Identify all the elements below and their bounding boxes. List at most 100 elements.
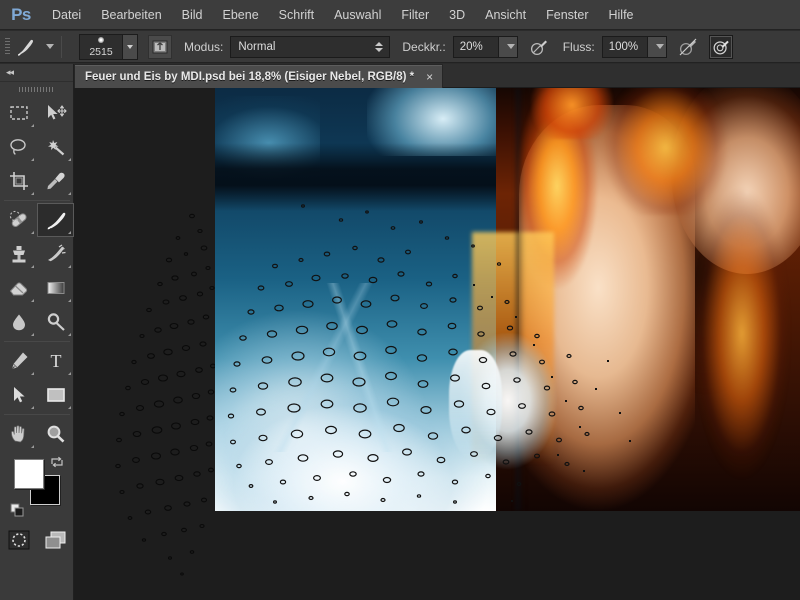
tool-spot-healing-brush[interactable]	[0, 203, 37, 237]
ember-glow	[530, 88, 613, 139]
tool-options-bar: 2515 Modus: Normal Deckkr.: 20% Fluss: 1…	[0, 31, 800, 63]
photoshop-logo-icon: Ps	[11, 4, 31, 24]
tool-magic-wand[interactable]	[37, 130, 74, 164]
tool-eyedropper[interactable]	[37, 164, 74, 198]
double-chevron-left-icon: ◂◂	[6, 67, 14, 77]
image-artboard[interactable]	[215, 88, 800, 511]
toolbox-panel: ◂◂ T	[0, 64, 74, 600]
opacity-value[interactable]: 20%	[452, 35, 499, 58]
tablet-pressure-icon[interactable]	[148, 34, 172, 59]
tool-clone-stamp[interactable]	[0, 237, 37, 271]
blend-mode-stepper-icon	[373, 41, 385, 52]
document-tab-bar: Feuer und Eis by MDI.psd bei 18,8% (Eisi…	[0, 64, 800, 88]
opacity-label: Deckkr.:	[402, 39, 446, 54]
menu-item-3d[interactable]: 3D	[439, 0, 475, 30]
screen-mode-button[interactable]	[37, 523, 74, 557]
tool-flyout-indicator	[68, 299, 71, 302]
tool-move[interactable]	[37, 96, 74, 130]
tool-flyout-indicator	[68, 406, 71, 409]
default-colors-icon[interactable]	[10, 503, 24, 517]
chevron-down-icon	[655, 44, 664, 49]
flow-value[interactable]: 100%	[601, 35, 648, 58]
tool-flyout-indicator	[31, 231, 34, 234]
tool-flyout-indicator	[31, 406, 34, 409]
tool-lasso[interactable]	[0, 130, 37, 164]
menu-item-bild[interactable]: Bild	[172, 0, 213, 30]
swap-colors-icon[interactable]	[50, 455, 64, 469]
mode-buttons	[0, 523, 74, 557]
tool-type[interactable]: T	[37, 344, 74, 378]
pressure-opacity-icon[interactable]	[527, 35, 551, 59]
tool-gradient[interactable]	[37, 271, 74, 305]
selection-marching-ants-outside	[74, 88, 215, 600]
tool-group-selection	[0, 96, 74, 198]
tool-zoom[interactable]	[37, 417, 74, 451]
tool-history-brush[interactable]	[37, 237, 74, 271]
toolbox-divider	[3, 414, 70, 415]
tool-rectangle-shape[interactable]	[37, 378, 74, 412]
tool-flyout-indicator	[68, 372, 71, 375]
tool-flyout-indicator	[31, 299, 34, 302]
menu-bar: Ps Datei Bearbeiten Bild Ebene Schrift A…	[0, 0, 800, 30]
brush-hardness-preview-icon	[98, 36, 104, 43]
options-bar-drag-handle[interactable]	[0, 31, 14, 63]
tool-flyout-indicator	[68, 333, 71, 336]
tool-flyout-indicator	[31, 158, 34, 161]
menu-item-datei[interactable]: Datei	[42, 0, 91, 30]
tool-flyout-indicator	[68, 192, 71, 195]
blend-mode-select[interactable]: Normal	[230, 35, 391, 58]
tool-flyout-indicator	[68, 231, 71, 234]
menu-item-hilfe[interactable]: Hilfe	[599, 0, 644, 30]
document-canvas-area[interactable]	[74, 88, 800, 600]
quick-mask-mode-button[interactable]	[0, 523, 37, 557]
svg-text:T: T	[50, 351, 61, 371]
document-tab[interactable]: Feuer und Eis by MDI.psd bei 18,8% (Eisi…	[74, 64, 444, 88]
tool-rectangular-marquee[interactable]	[0, 96, 37, 130]
airbrush-icon[interactable]	[708, 34, 733, 59]
tool-hand[interactable]	[0, 417, 37, 451]
options-separator	[61, 35, 62, 58]
tool-group-vector-type: T	[0, 344, 74, 412]
flow-dropdown-button[interactable]	[647, 35, 667, 58]
menu-item-schrift[interactable]: Schrift	[269, 0, 324, 30]
tool-group-navigation	[0, 417, 74, 451]
tool-flyout-indicator	[31, 124, 34, 127]
brush-preset-chevron-down-icon[interactable]	[46, 44, 54, 49]
menu-item-auswahl[interactable]: Auswahl	[324, 0, 391, 30]
flow-label: Fluss:	[562, 39, 595, 54]
brush-size-dropdown-button[interactable]	[123, 33, 138, 60]
menu-item-fenster[interactable]: Fenster	[536, 0, 598, 30]
menu-item-bearbeiten[interactable]: Bearbeiten	[91, 0, 171, 30]
toolbox-collapse-button[interactable]: ◂◂	[0, 64, 73, 82]
tool-blur[interactable]	[0, 305, 37, 339]
chevron-down-icon	[127, 44, 133, 49]
foreground-color-swatch[interactable]	[14, 459, 44, 489]
tool-group-retouch-paint	[0, 203, 74, 339]
tool-flyout-indicator	[31, 265, 34, 268]
tool-flyout-indicator	[31, 192, 34, 195]
tool-pen[interactable]	[0, 344, 37, 378]
tool-flyout-indicator	[68, 158, 71, 161]
mode-label: Modus:	[184, 39, 224, 54]
tool-flyout-indicator	[31, 333, 34, 336]
toolbox-drag-handle[interactable]	[0, 82, 73, 96]
tool-dodge[interactable]	[37, 305, 74, 339]
pressure-flow-icon[interactable]	[676, 35, 700, 59]
menu-item-ebene[interactable]: Ebene	[213, 0, 269, 30]
tool-flyout-indicator	[31, 372, 34, 375]
blend-mode-value: Normal	[238, 40, 276, 53]
opacity-dropdown-button[interactable]	[498, 35, 518, 58]
menu-item-ansicht[interactable]: Ansicht	[475, 0, 536, 30]
tool-crop[interactable]	[0, 164, 37, 198]
composite-image	[215, 88, 800, 511]
tool-path-selection[interactable]	[0, 378, 37, 412]
toolbox-divider	[3, 200, 70, 201]
close-icon[interactable]: ×	[423, 70, 436, 83]
tool-brush[interactable]	[37, 203, 74, 237]
brush-size-field[interactable]: 2515	[79, 33, 123, 60]
chevron-down-icon	[506, 44, 515, 49]
tool-eraser[interactable]	[0, 271, 37, 305]
menu-item-filter[interactable]: Filter	[391, 0, 439, 30]
tool-flyout-indicator	[68, 265, 71, 268]
brush-tip-icon[interactable]	[14, 35, 40, 59]
